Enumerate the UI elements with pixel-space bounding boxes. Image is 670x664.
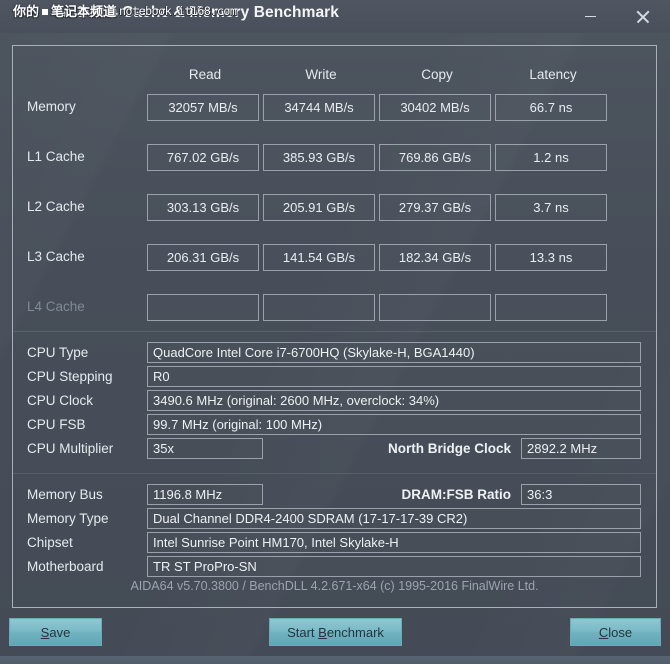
value-l4-cache-latency xyxy=(495,294,607,321)
value-memory-read: 32057 MB/s xyxy=(147,94,259,121)
row-label-l2-cache: L2 Cache xyxy=(27,199,85,214)
cpu-clock-label: CPU Clock xyxy=(27,393,94,408)
value-l4-cache-read xyxy=(147,294,259,321)
cpu-fsb-label: CPU FSB xyxy=(27,417,86,432)
value-l1-cache-latency: 1.2 ns xyxy=(495,144,607,171)
minimize-button[interactable] xyxy=(570,0,610,33)
memory-type-label: Memory Type xyxy=(27,511,109,526)
window-bottom-edge xyxy=(0,656,670,664)
value-l1-cache-read: 767.02 GB/s xyxy=(147,144,259,171)
close-button[interactable]: Close xyxy=(570,618,661,646)
column-header-latency: Latency xyxy=(529,67,577,82)
column-header-copy: Copy xyxy=(421,67,453,82)
close-icon xyxy=(636,10,649,23)
aida64-cache-memory-benchmark-window: AIDA64 Cache & Memory Benchmark 你的 笔记本频道… xyxy=(0,0,670,664)
value-l1-cache-copy: 769.86 GB/s xyxy=(379,144,491,171)
cpu-fsb-value[interactable]: 99.7 MHz (original: 100 MHz) xyxy=(147,414,641,435)
value-l2-cache-read: 303.13 GB/s xyxy=(147,194,259,221)
version-line: AIDA64 v5.70.3800 / BenchDLL 4.2.671-x64… xyxy=(130,579,539,593)
value-l3-cache-read: 206.31 GB/s xyxy=(147,244,259,271)
dram-fsb-ratio-value[interactable]: 36:3 xyxy=(521,484,641,505)
value-memory-copy: 30402 MB/s xyxy=(379,94,491,121)
save-button[interactable]: Save xyxy=(9,618,102,646)
start-benchmark-button[interactable]: Start Benchmark xyxy=(269,618,402,646)
watermark-text-cn: 你的 xyxy=(13,4,40,19)
section-divider-memory xyxy=(13,473,656,474)
value-l2-cache-copy: 279.37 GB/s xyxy=(379,194,491,221)
cpu-clock-value[interactable]: 3490.6 MHz (original: 2600 MHz, overcloc… xyxy=(147,390,641,411)
watermark-overlay: 你的 笔记本频道 notebook.it168.com xyxy=(13,4,237,19)
motherboard-label: Motherboard xyxy=(27,559,104,574)
watermark-dot-icon xyxy=(42,8,49,15)
chipset-label: Chipset xyxy=(27,535,73,550)
cpu-type-value[interactable]: QuadCore Intel Core i7-6700HQ (Skylake-H… xyxy=(147,342,641,363)
cpu-stepping-value[interactable]: R0 xyxy=(147,366,641,387)
value-memory-write: 34744 MB/s xyxy=(263,94,375,121)
value-memory-latency: 66.7 ns xyxy=(495,94,607,121)
cpu-stepping-label: CPU Stepping xyxy=(27,369,113,384)
row-label-l1-cache: L1 Cache xyxy=(27,149,85,164)
memory-type-value[interactable]: Dual Channel DDR4-2400 SDRAM (17-17-17-3… xyxy=(147,508,641,529)
watermark-url: notebook.it168.com xyxy=(119,4,237,18)
column-header-read: Read xyxy=(188,67,222,82)
cpu-multiplier-value[interactable]: 35x xyxy=(147,438,263,459)
save-button-label: Save xyxy=(40,624,71,640)
value-l2-cache-latency: 3.7 ns xyxy=(495,194,607,221)
memory-bus-value[interactable]: 1196.8 MHz xyxy=(147,484,263,505)
column-header-write: Write xyxy=(305,67,337,82)
value-l3-cache-copy: 182.34 GB/s xyxy=(379,244,491,271)
dram-fsb-ratio-label: DRAM:FSB Ratio xyxy=(401,487,512,502)
start-benchmark-button-label: Start Benchmark xyxy=(287,624,384,640)
title-bar[interactable]: AIDA64 Cache & Memory Benchmark 你的 笔记本频道… xyxy=(0,0,670,33)
motherboard-value[interactable]: TR ST ProPro-SN xyxy=(147,556,641,577)
value-l4-cache-write xyxy=(263,294,375,321)
minimize-icon xyxy=(584,15,596,18)
value-l4-cache-copy xyxy=(379,294,491,321)
row-label-l4-cache: L4 Cache xyxy=(27,299,85,314)
benchmark-panel: Read Write Copy Latency Memory 32057 MB/s 3474… xyxy=(12,45,657,608)
north-bridge-clock-label: North Bridge Clock xyxy=(387,441,511,456)
section-divider-cpu xyxy=(13,331,656,332)
value-l3-cache-latency: 13.3 ns xyxy=(495,244,607,271)
row-label-l3-cache: L3 Cache xyxy=(27,249,85,264)
watermark-text-cn2: 笔记本频道 xyxy=(51,4,117,19)
row-label-memory: Memory xyxy=(27,99,76,114)
north-bridge-clock-value[interactable]: 2892.2 MHz xyxy=(521,438,641,459)
close-window-button[interactable] xyxy=(622,0,662,33)
cpu-multiplier-label: CPU Multiplier xyxy=(27,441,114,456)
memory-bus-label: Memory Bus xyxy=(27,487,103,502)
value-l1-cache-write: 385.93 GB/s xyxy=(263,144,375,171)
close-button-label: Close xyxy=(598,624,633,640)
cpu-type-label: CPU Type xyxy=(27,345,89,360)
chipset-value[interactable]: Intel Sunrise Point HM170, Intel Skylake… xyxy=(147,532,641,553)
value-l3-cache-write: 141.54 GB/s xyxy=(263,244,375,271)
value-l2-cache-write: 205.91 GB/s xyxy=(263,194,375,221)
